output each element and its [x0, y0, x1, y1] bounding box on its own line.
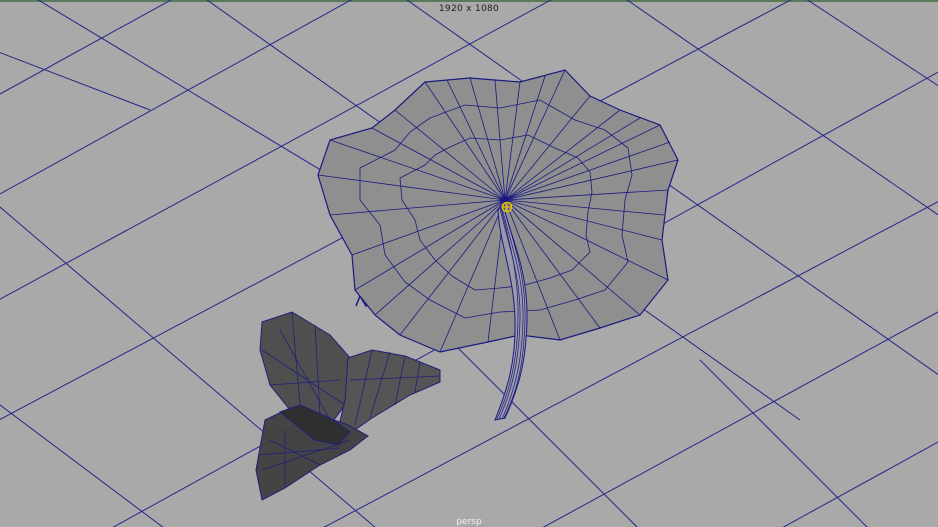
grid-line — [0, 0, 352, 195]
maya-perspective-viewport[interactable]: 1920 x 1080 persp — [0, 0, 938, 527]
grid-line — [0, 52, 151, 111]
grid-line — [782, 441, 938, 527]
grid-line — [0, 0, 172, 95]
viewport-scene[interactable] — [0, 0, 938, 527]
grid-line — [699, 359, 868, 527]
grid-line — [542, 311, 938, 527]
leaf-center-vertex — [499, 197, 505, 203]
camera-name-label: persp — [456, 517, 482, 527]
resolution-gate-label: 1920 x 1080 — [438, 4, 500, 14]
small-leaf-right[interactable] — [337, 349, 441, 433]
grid-line — [806, 0, 938, 87]
grid-line — [439, 329, 638, 527]
grid-line — [0, 404, 164, 527]
